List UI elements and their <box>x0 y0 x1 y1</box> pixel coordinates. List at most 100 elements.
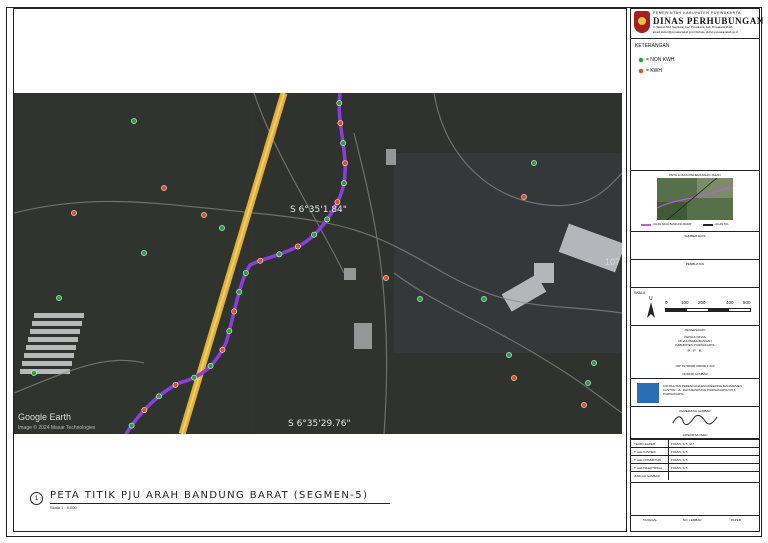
pju-point-kwh[interactable] <box>141 407 148 413</box>
pju-point-non-kwh[interactable] <box>131 118 137 124</box>
pju-point-non-kwh[interactable] <box>340 140 346 146</box>
pju-point-kwh[interactable] <box>337 120 344 127</box>
consultant-section: KONSULTAN PERENCANA ENGINEERING MANAJEME… <box>631 379 759 407</box>
pju-point-non-kwh[interactable] <box>219 225 225 231</box>
approval-ppk: P P K <box>687 348 703 353</box>
scale-tick: 100 <box>681 300 689 305</box>
pju-point-non-kwh[interactable] <box>56 295 62 301</box>
pju-point-non-kwh[interactable] <box>226 328 233 334</box>
pju-point-non-kwh[interactable] <box>141 250 147 256</box>
pju-point-non-kwh[interactable] <box>311 231 317 238</box>
agency-name: DINAS PERHUBUNGAN <box>653 16 764 26</box>
pju-point-non-kwh[interactable] <box>31 370 37 376</box>
pju-point-non-kwh[interactable] <box>207 363 214 369</box>
pju-point-non-kwh[interactable] <box>191 374 198 381</box>
scale-tick: 200 <box>698 300 706 305</box>
road-number-label: 107 <box>604 257 620 267</box>
pju-point-kwh[interactable] <box>581 402 587 408</box>
map-canvas[interactable] <box>14 93 622 434</box>
sheet-number: 1 <box>30 492 43 505</box>
team-name: FULAN, S.T. <box>671 450 688 454</box>
pju-point-kwh[interactable] <box>172 381 179 388</box>
pju-point-kwh[interactable] <box>161 185 167 191</box>
pju-point-kwh[interactable] <box>342 160 348 166</box>
team-row: T. AHLI STRUKTUR FULAN, S.T. <box>631 455 759 464</box>
inset-legend-route: JALAN ARAH BANDUNG BARAT <box>641 223 692 226</box>
inspector-name: DIPERIKSA OLEH <box>682 433 708 437</box>
pju-point-non-kwh[interactable] <box>585 380 591 386</box>
pju-point-kwh[interactable] <box>201 212 207 218</box>
team-name: FULAN, S.T. <box>671 466 688 470</box>
footer-date-label: TANGGAL <box>643 518 658 522</box>
pju-point-kwh[interactable] <box>511 375 517 381</box>
signature-mark <box>672 414 718 426</box>
pju-point-kwh[interactable] <box>257 257 264 264</box>
pju-point-non-kwh[interactable] <box>336 100 343 106</box>
legend-label: = NON KWH <box>646 57 675 63</box>
pju-point-non-kwh[interactable] <box>417 296 423 302</box>
data-source-label: SUMBER DATA <box>684 234 706 238</box>
team-name: FULAN, S.T. <box>671 458 688 462</box>
pju-point-non-kwh[interactable] <box>481 296 487 302</box>
pju-point-kwh[interactable] <box>294 243 301 250</box>
team-row: T. AHLI ELEKTRIKAL FULAN, S.T. <box>631 463 759 472</box>
legend-item-non-kwh: = NON KWH <box>638 57 674 63</box>
approval-title: PENGESAHAN <box>684 328 706 332</box>
pju-point-non-kwh[interactable] <box>506 352 512 358</box>
creation-label: PEMBUATAN <box>685 262 705 266</box>
satellite-map[interactable]: S 6°35'1.84" S 6°35'29.76" 107 Google Ea… <box>14 93 622 434</box>
team-name: FULAN, S.T., M.T. <box>671 442 696 446</box>
coordinate-label-top: S 6°35'1.84" <box>290 205 347 215</box>
approval-section: PENGESAHAN KEPALA DINAS DINAS PERHUBUNGA… <box>631 326 759 379</box>
inset-legend-toll: JALAN TOL <box>703 223 729 226</box>
pju-point-non-kwh[interactable] <box>128 422 135 429</box>
inspector-section: PEMERIKSA GAMBAR DIPERIKSA OLEH <box>631 407 759 439</box>
scale-section: SKALA U 0 100 200 400 500 <box>631 288 759 326</box>
team-role: JUMLAH GAMBAR <box>634 474 660 478</box>
inset-title: PETA LOKASI PENERANGAN JALAN <box>669 173 721 177</box>
team-role: T. AHLI LISTRIK <box>634 450 656 454</box>
scale-label: SKALA <box>634 291 646 295</box>
map-title-block: 1 PETA TITIK PJU ARAH BANDUNG BARAT (SEG… <box>30 490 390 514</box>
team-role: T. AHLI ELEKTRIKAL <box>634 466 663 470</box>
pju-point-kwh[interactable] <box>219 346 226 353</box>
scale-tick: 0 <box>665 300 668 305</box>
black-line-icon <box>703 223 713 226</box>
legend: KETERANGAN = NON KWH = KWH <box>631 39 759 171</box>
pju-point-non-kwh[interactable] <box>276 251 283 258</box>
notes-section <box>631 483 759 516</box>
team-row: TEAM LEADER FULAN, S.T., M.T. <box>631 439 759 448</box>
footer-sheet-label: NO. LEMBAR <box>683 518 702 522</box>
pju-point-kwh[interactable] <box>521 194 527 200</box>
pju-point-non-kwh[interactable] <box>531 160 537 166</box>
north-arrow-icon <box>647 302 655 318</box>
title-underline <box>50 503 390 504</box>
pju-point-kwh[interactable] <box>71 210 77 216</box>
pju-point-kwh[interactable] <box>231 308 238 315</box>
inset-legend-label: JALAN TOL <box>715 223 729 226</box>
pju-point-kwh[interactable] <box>383 275 389 281</box>
pju-point-non-kwh[interactable] <box>324 216 331 223</box>
green-dot-icon <box>638 57 644 63</box>
scale-bar <box>665 308 751 312</box>
pju-point-non-kwh[interactable] <box>156 393 162 400</box>
purple-line-icon <box>641 223 651 226</box>
imagery-credit: Image © 2024 Maxar Technologies <box>18 425 96 431</box>
pju-point-non-kwh[interactable] <box>591 360 597 366</box>
title-scale-note: Skala 1 : 5.000 <box>50 505 77 510</box>
coordinate-label-bottom: S 6°35'29.76" <box>288 419 351 429</box>
scale-tick: 400 <box>726 300 734 305</box>
pju-point-non-kwh[interactable] <box>236 289 243 295</box>
pju-point-non-kwh[interactable] <box>242 270 249 276</box>
team-role: TEAM LEADER <box>634 442 656 446</box>
pju-point-kwh[interactable] <box>334 199 341 206</box>
government-name: PEMERINTAH KABUPATEN PURWAKARTA <box>653 11 742 15</box>
team-role: T. AHLI STRUKTUR <box>634 458 661 462</box>
legend-item-kwh: = KWH <box>638 68 662 74</box>
agency-address: Jl. Veteran No.1 Nagrikaler, Kec. Purwak… <box>653 26 733 29</box>
consultant-logo-icon <box>637 383 659 403</box>
title-block-panel: PEMERINTAH KABUPATEN PURWAKARTA DINAS PE… <box>630 8 763 532</box>
regency-logo-icon <box>634 11 650 33</box>
pju-point-non-kwh[interactable] <box>341 180 347 187</box>
approval-nip: NIP. 19700000 000000 1 000 <box>675 364 715 368</box>
